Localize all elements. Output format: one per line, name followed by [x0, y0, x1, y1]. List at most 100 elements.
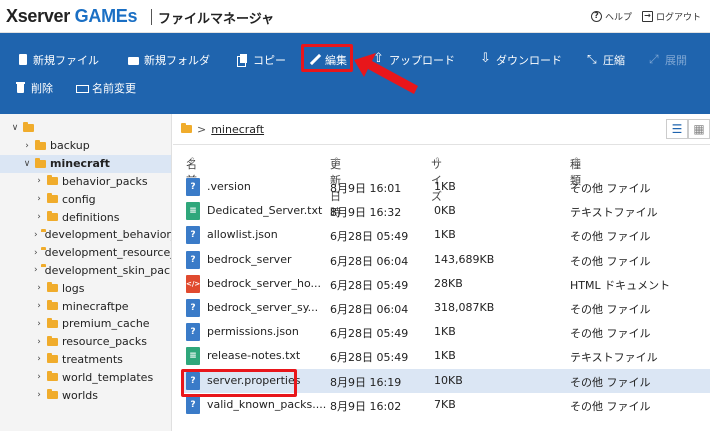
- chevron-right-icon[interactable]: ›: [34, 265, 38, 275]
- table-row[interactable]: ≡ Dedicated_Server.txt 8月9日 16:32 0KB テキストファ…: [182, 199, 710, 223]
- chevron-right-icon[interactable]: ›: [34, 194, 44, 204]
- delete-button[interactable]: 削除: [15, 78, 53, 98]
- breadcrumb-current[interactable]: minecraft: [211, 123, 264, 136]
- app-title: ファイルマネージャ: [158, 12, 275, 27]
- table-row[interactable]: ? allowlist.json 6月28日 05:49 1KB その他 ファイル: [182, 223, 710, 247]
- chevron-down-icon[interactable]: ∨: [22, 159, 32, 169]
- tree-item[interactable]: › behavior_packs: [0, 172, 171, 190]
- chevron-right-icon[interactable]: ›: [34, 390, 44, 400]
- download-button[interactable]: ダウンロード: [480, 50, 562, 70]
- help-link[interactable]: ? ヘルプ: [591, 10, 632, 23]
- chevron-right-icon[interactable]: ›: [34, 283, 44, 293]
- file-type: その他 ファイル: [570, 399, 651, 413]
- chevron-right-icon[interactable]: ›: [34, 230, 38, 240]
- file-modified: 6月28日 06:04: [330, 303, 409, 316]
- folder-icon: [47, 300, 58, 310]
- sort-icon: ⇕: [189, 156, 196, 165]
- table-row[interactable]: ≡ release-notes.txt 6月28日 05:49 1KB テキストファイル: [182, 344, 710, 368]
- copy-label: コピー: [253, 54, 286, 67]
- extract-button[interactable]: 展開: [649, 50, 687, 70]
- tree-item[interactable]: › minecraftpe: [0, 297, 171, 315]
- tree-item[interactable]: › definitions: [0, 208, 171, 226]
- tree-item[interactable]: › backup: [0, 137, 171, 155]
- tree-item[interactable]: ∨: [0, 119, 171, 137]
- tree-item-label: definitions: [62, 210, 120, 224]
- chevron-right-icon[interactable]: ›: [22, 141, 32, 151]
- tree-item[interactable]: ∨ minecraft: [0, 154, 171, 173]
- file-name: allowlist.json: [207, 228, 278, 242]
- chevron-right-icon[interactable]: ›: [34, 248, 38, 258]
- chevron-right-icon[interactable]: ›: [34, 337, 44, 347]
- table-row[interactable]: ? .version 8月9日 16:01 1KB その他 ファイル: [182, 175, 710, 199]
- file-type: テキストファイル: [570, 351, 658, 365]
- new-folder-button[interactable]: 新規フォルダ: [128, 50, 210, 70]
- list-view-icon[interactable]: ☰: [666, 119, 688, 139]
- brand-logo[interactable]: Xserver GAMEs: [6, 6, 137, 27]
- unknown-file-icon: ?: [186, 250, 200, 269]
- download-icon: [480, 51, 492, 66]
- new-folder-label: 新規フォルダ: [144, 54, 210, 67]
- rename-button[interactable]: 名前変更: [76, 78, 136, 98]
- file-name: permissions.json: [207, 325, 299, 339]
- file-size: 10KB: [434, 373, 463, 387]
- chevron-right-icon[interactable]: ›: [34, 372, 44, 382]
- file-type: その他 ファイル: [570, 182, 651, 195]
- file-modified: 6月28日 05:49: [330, 230, 409, 244]
- file-name: .version: [207, 180, 251, 193]
- logout-link[interactable]: → ログアウト: [642, 10, 701, 23]
- compress-button[interactable]: 圧縮: [587, 50, 625, 70]
- file-size: 143,689KB: [434, 252, 495, 266]
- tree-item[interactable]: › development_resource_packs: [0, 244, 171, 262]
- logo-divider: [151, 9, 152, 25]
- tree-item[interactable]: › logs: [0, 279, 171, 297]
- tree-item[interactable]: › development_behavior_packs: [0, 226, 171, 244]
- html-file-icon: </>: [186, 274, 200, 293]
- file-name: bedrock_server_ho...: [207, 276, 321, 290]
- table-row[interactable]: ? bedrock_server 6月28日 06:04 143,689KB その他 フ…: [182, 248, 710, 272]
- folder-icon: [47, 389, 58, 399]
- chevron-right-icon[interactable]: ›: [34, 354, 44, 364]
- folder-icon: [47, 175, 58, 186]
- tree-item[interactable]: › treatments: [0, 350, 171, 368]
- root-folder-icon[interactable]: [181, 123, 192, 133]
- file-modified: 8月9日 16:19: [330, 375, 402, 389]
- new-file-button[interactable]: 新規ファイル: [17, 50, 99, 70]
- file-modified: 8月9日 16:01: [330, 182, 402, 195]
- folder-icon: [47, 353, 58, 364]
- chevron-down-icon[interactable]: ∨: [10, 123, 20, 133]
- pointer-arrow-icon: [354, 53, 418, 94]
- file-name: bedrock_server_sy...: [207, 301, 319, 314]
- file-highlight-box: [181, 369, 297, 397]
- tree-item[interactable]: › world_templates: [0, 368, 171, 386]
- copy-icon: [237, 54, 249, 67]
- chevron-right-icon[interactable]: ›: [34, 301, 44, 311]
- tree-item-label: logs: [62, 281, 85, 295]
- file-type: その他 ファイル: [570, 230, 651, 244]
- file-size: 318,087KB: [434, 301, 495, 314]
- tree-item[interactable]: › worlds: [0, 386, 171, 404]
- file-modified: 6月28日 05:49: [330, 351, 409, 365]
- new-file-icon: [17, 54, 29, 66]
- delete-label: 削除: [31, 82, 53, 95]
- tree-item[interactable]: › config: [0, 190, 171, 208]
- chevron-right-icon[interactable]: ›: [34, 176, 44, 186]
- chevron-right-icon[interactable]: ›: [34, 319, 44, 329]
- table-row[interactable]: ? bedrock_server_sy... 6月28日 06:04 318,087K…: [182, 296, 710, 320]
- file-type: HTML ドキュメント: [570, 278, 671, 292]
- new-file-label: 新規ファイル: [33, 54, 99, 67]
- file-type: テキストファイル: [570, 206, 658, 220]
- unknown-file-icon: ?: [186, 178, 200, 196]
- tree-item[interactable]: › development_skin_packs: [0, 261, 171, 279]
- tree-item-label: treatments: [62, 352, 123, 366]
- table-row[interactable]: </> bedrock_server_ho... 6月28日 05:49 28KB HT…: [182, 272, 710, 296]
- grid-view-icon[interactable]: ▦: [688, 119, 710, 139]
- trash-icon: [15, 82, 27, 94]
- folder-icon: [47, 371, 58, 382]
- copy-button[interactable]: コピー: [237, 50, 286, 70]
- unknown-file-icon: ?: [186, 226, 200, 245]
- table-row[interactable]: ? permissions.json 6月28日 05:49 1KB その他 ファイル: [182, 320, 710, 344]
- tree-item[interactable]: › resource_packs: [0, 333, 171, 351]
- chevron-right-icon[interactable]: ›: [34, 212, 44, 222]
- tree-item[interactable]: › premium_cache: [0, 315, 171, 333]
- file-size: 1KB: [434, 228, 456, 242]
